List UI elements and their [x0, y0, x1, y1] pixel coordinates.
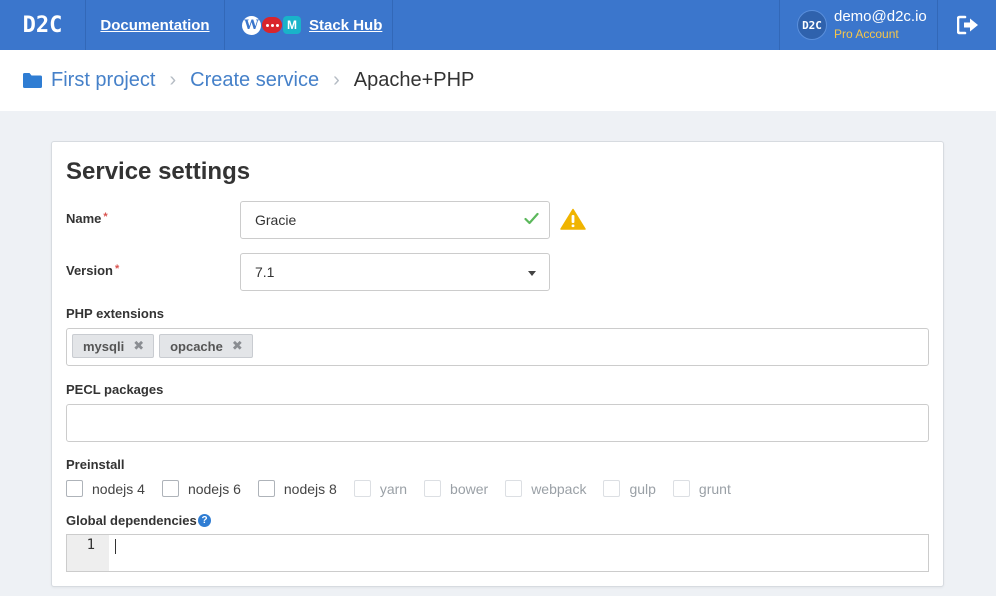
preinstall-grunt: grunt [672, 480, 731, 497]
account-email: demo@d2c.io [834, 8, 927, 26]
pecl-packages-input[interactable] [66, 404, 929, 442]
extension-tag: mysqli ✖ [72, 334, 155, 358]
caret-down-icon [528, 271, 536, 276]
breadcrumb: First project › Create service › Apache+… [0, 50, 996, 111]
text-cursor [115, 539, 116, 554]
version-label: Version * [66, 263, 119, 278]
folder-icon [22, 72, 43, 89]
preinstall-checkboxes: nodejs 4 nodejs 6 nodejs 8 yarn bower we… [66, 480, 748, 497]
name-label: Name * [66, 211, 108, 226]
php-extensions-input[interactable]: mysqli ✖ opcache ✖ [66, 328, 929, 366]
checkbox-label: bower [450, 480, 489, 497]
required-mark: * [114, 263, 120, 275]
account-info: demo@d2c.io Pro Account [834, 9, 927, 41]
top-navbar: D2C Documentation W M Stack Hub D2C demo… [0, 0, 996, 50]
remove-tag-icon[interactable]: ✖ [133, 338, 144, 354]
checkbox-label: nodejs 4 [92, 480, 145, 497]
service-settings-panel: Service settings Name * Gracie Version * 7… [51, 141, 944, 587]
breadcrumb-separator: › [169, 69, 177, 91]
warning-icon[interactable] [560, 208, 586, 230]
preinstall-webpack: webpack [505, 480, 586, 497]
required-mark: * [103, 211, 108, 223]
checkbox-disabled [424, 480, 442, 497]
extension-tag: opcache ✖ [159, 334, 253, 358]
documentation-link[interactable]: Documentation [100, 17, 209, 34]
nav-documentation: Documentation [86, 0, 225, 50]
preinstall-nodejs6[interactable]: nodejs 6 [161, 480, 241, 497]
editor-gutter: 1 [67, 535, 109, 571]
global-dependencies-editor[interactable]: 1 [66, 534, 929, 572]
logout-icon [956, 15, 978, 35]
breadcrumb-current: Apache+PHP [353, 69, 475, 91]
help-icon[interactable]: ? [198, 514, 211, 527]
account-plan: Pro Account [834, 26, 899, 41]
avatar: D2C [797, 10, 827, 40]
preinstall-label: Preinstall [66, 457, 125, 472]
php-extensions-label: PHP extensions [66, 306, 165, 321]
preinstall-gulp: gulp [603, 480, 656, 497]
checkbox-label: nodejs 6 [187, 480, 241, 497]
checkbox-label: nodejs 8 [283, 480, 337, 497]
checkbox-label: gulp [629, 480, 656, 497]
line-number: 1 [86, 537, 95, 553]
extension-tag-label: mysqli [83, 338, 125, 354]
version-select[interactable]: 7.1 [240, 253, 550, 291]
preinstall-nodejs4[interactable]: nodejs 4 [66, 480, 145, 497]
preinstall-bower: bower [424, 480, 488, 497]
stack-hub-icons: W M [242, 15, 301, 35]
breadcrumb-separator: › [333, 69, 340, 91]
remove-tag-icon[interactable]: ✖ [232, 338, 243, 354]
extension-tag-label: opcache [170, 338, 223, 354]
checkbox-disabled [505, 480, 523, 497]
stack-hub-link[interactable]: Stack Hub [309, 17, 382, 34]
checkbox-disabled [353, 480, 371, 497]
pecl-packages-label: PECL packages [66, 382, 164, 397]
breadcrumb-first-project[interactable]: First project [51, 69, 155, 92]
checkbox-disabled [603, 480, 621, 497]
nav-stack-hub[interactable]: W M Stack Hub [226, 0, 393, 50]
checkbox[interactable] [66, 480, 83, 497]
panel-title: Service settings [66, 158, 251, 185]
logo-text: D2C [22, 12, 63, 38]
name-label-text: Name [66, 211, 102, 226]
account-menu[interactable]: D2C demo@d2c.io Pro Account [779, 0, 938, 50]
name-value: Gracie [255, 212, 297, 228]
check-icon [524, 212, 539, 225]
checkbox[interactable] [161, 480, 179, 497]
name-input[interactable]: Gracie [240, 201, 550, 239]
logout-button[interactable] [939, 0, 996, 50]
global-dependencies-label: Global dependencies [66, 513, 197, 528]
checkbox-label: yarn [379, 480, 408, 497]
chat-icon [262, 17, 282, 33]
preinstall-nodejs8[interactable]: nodejs 8 [257, 480, 337, 497]
wordpress-icon: W [242, 15, 261, 35]
checkbox-label: grunt [698, 480, 731, 497]
checkbox-disabled [672, 480, 690, 497]
version-value: 7.1 [255, 264, 275, 280]
checkbox[interactable] [257, 480, 275, 497]
version-label-text: Version [66, 263, 113, 278]
preinstall-yarn: yarn [353, 480, 408, 497]
checkbox-label: webpack [531, 480, 587, 497]
m-icon: M [283, 16, 301, 34]
breadcrumb-create-service[interactable]: Create service [190, 69, 319, 92]
d2c-logo[interactable]: D2C [0, 0, 86, 50]
